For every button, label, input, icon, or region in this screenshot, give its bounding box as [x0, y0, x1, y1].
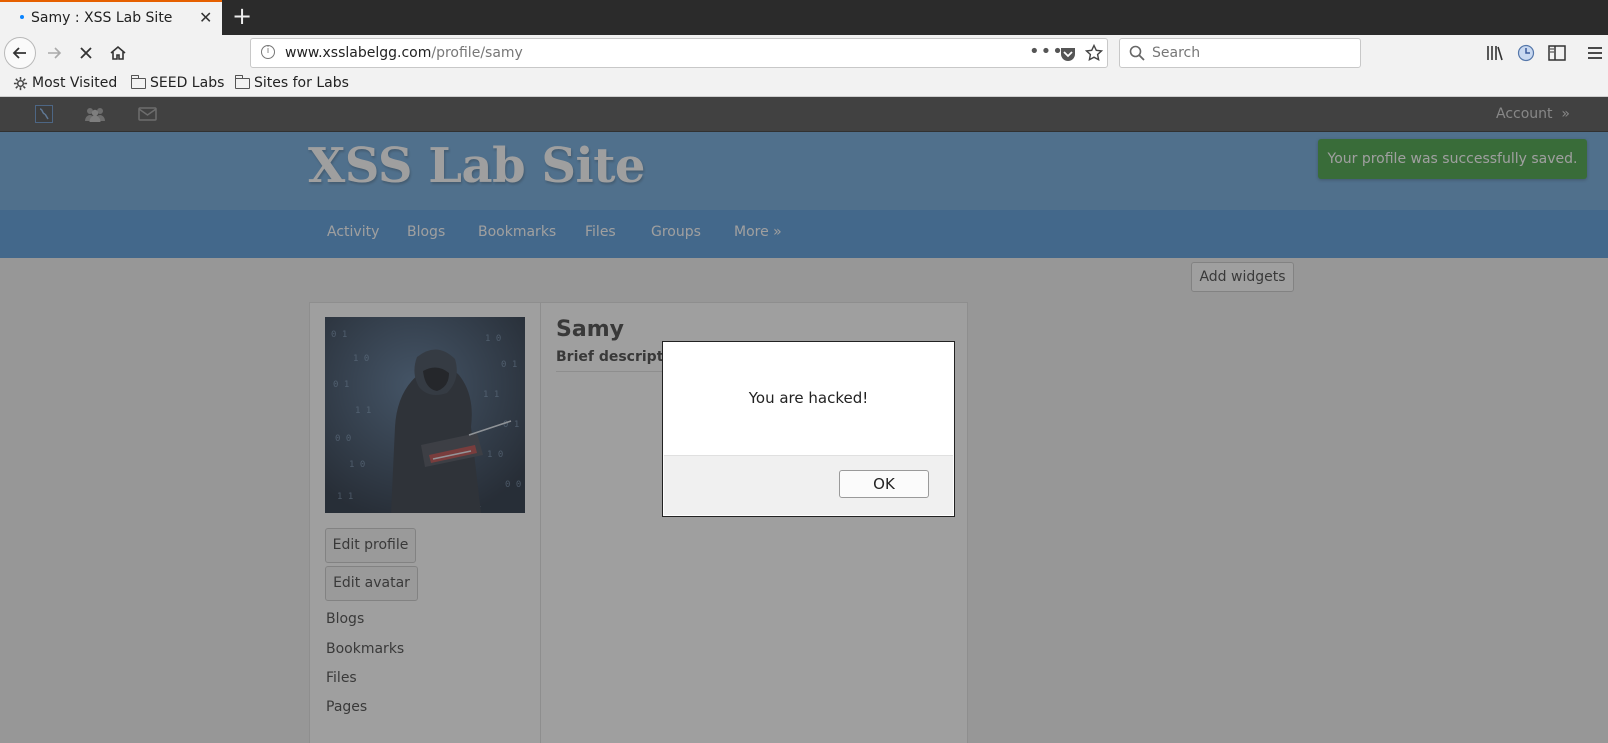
bookmark-sites-for-labs[interactable]: Sites for Labs: [235, 74, 349, 91]
bookmarks-toolbar: Most Visited SEED Labs Sites for Labs: [0, 71, 1608, 97]
url-bar[interactable]: i www.xsslabelgg.com/profile/samy •••: [250, 38, 1108, 68]
search-icon: [1129, 45, 1145, 61]
bookmark-most-visited[interactable]: Most Visited: [13, 75, 117, 91]
extension-icon[interactable]: [1517, 44, 1535, 62]
home-icon: [110, 45, 126, 60]
forward-button[interactable]: [38, 37, 70, 69]
tab-title: Samy : XSS Lab Site: [31, 10, 173, 26]
stop-button[interactable]: [70, 37, 102, 69]
tab-close-icon[interactable]: ✕: [199, 8, 212, 27]
library-icon[interactable]: [1486, 45, 1504, 61]
bookmark-seed-labs[interactable]: SEED Labs: [131, 74, 225, 91]
bookmark-label: SEED Labs: [150, 75, 225, 91]
bookmark-label: Sites for Labs: [254, 75, 349, 91]
url-text: www.xsslabelgg.com/profile/samy: [285, 45, 523, 61]
back-arrow-icon: [12, 47, 26, 59]
url-path: /profile/samy: [431, 45, 523, 61]
alert-dialog: You are hacked! OK: [662, 341, 955, 517]
search-input[interactable]: Search: [1119, 38, 1361, 68]
folder-icon: [131, 74, 146, 89]
menu-icon[interactable]: [1587, 45, 1603, 61]
bookmark-star-icon[interactable]: [1085, 44, 1103, 62]
folder-icon: [235, 74, 250, 89]
site-info-icon[interactable]: i: [261, 45, 275, 59]
stop-icon: [80, 47, 92, 59]
alert-message: You are hacked!: [748, 389, 869, 407]
ok-button[interactable]: OK: [839, 470, 929, 498]
forward-arrow-icon: [48, 47, 62, 59]
alert-footer: OK: [664, 455, 953, 515]
back-button[interactable]: [4, 37, 36, 69]
browser-toolbar: i www.xsslabelgg.com/profile/samy ••• Se…: [0, 35, 1608, 71]
search-placeholder: Search: [1152, 45, 1201, 61]
tab-loading-dot-icon: [20, 15, 24, 19]
sidebar-icon[interactable]: [1548, 45, 1566, 61]
new-tab-icon[interactable]: +: [232, 2, 252, 30]
browser-tab-strip: Samy : XSS Lab Site ✕ +: [0, 0, 1608, 35]
url-host: www.xsslabelgg.com: [285, 45, 432, 61]
pocket-icon[interactable]: [1059, 45, 1077, 63]
home-button[interactable]: [102, 37, 134, 69]
bookmark-label: Most Visited: [32, 75, 118, 91]
gear-icon: [13, 76, 28, 90]
browser-tab[interactable]: Samy : XSS Lab Site ✕: [0, 0, 222, 35]
